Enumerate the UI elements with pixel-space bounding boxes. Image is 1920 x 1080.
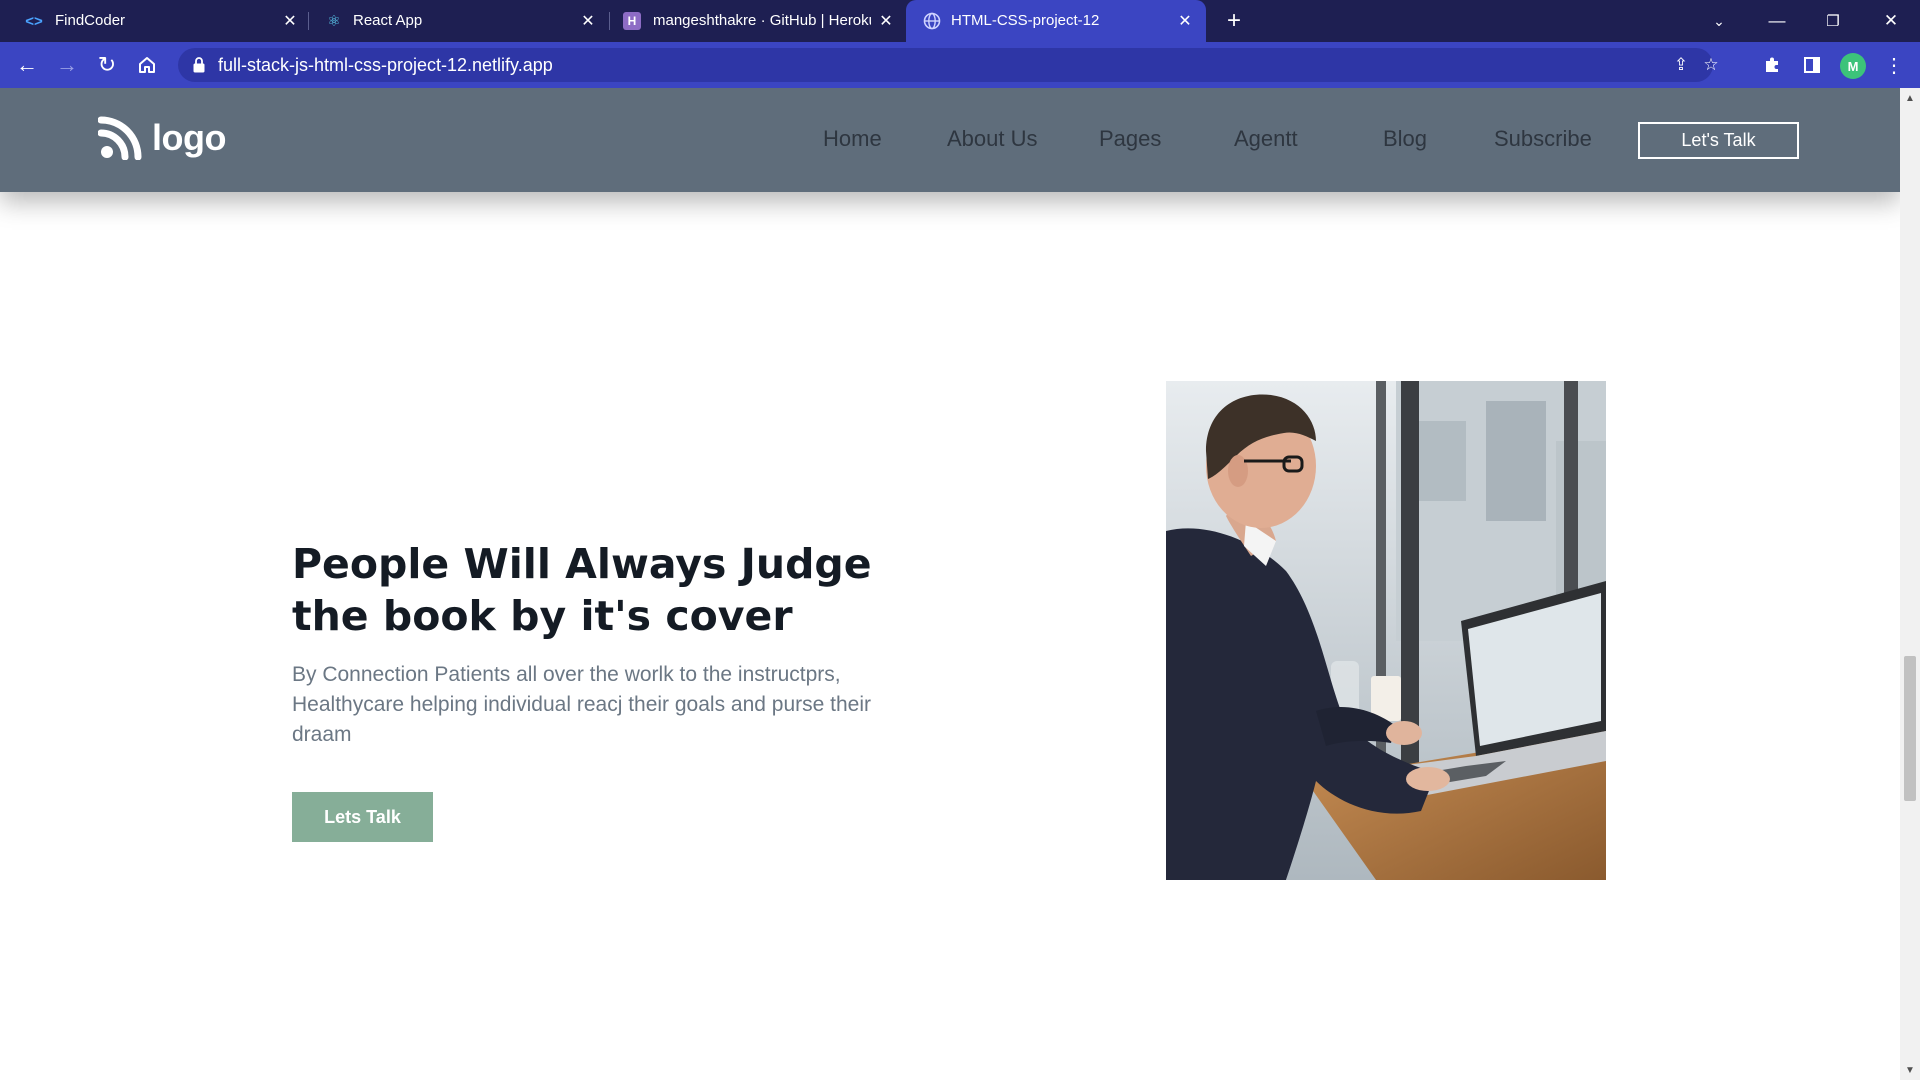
globe-icon [922, 12, 942, 30]
browser-tab-html-css-project[interactable]: HTML-CSS-project-12 ✕ [906, 0, 1206, 42]
man-laptop-photo-illustration [1166, 381, 1606, 880]
browser-tab-heroku[interactable]: H mangeshthakre · GitHub | Heroku ✕ [611, 0, 905, 42]
menu-kebab-icon[interactable]: ⋮ [1880, 51, 1908, 79]
home-button[interactable] [133, 51, 161, 79]
react-atom-icon: ⚛ [327, 13, 341, 30]
nav-link-agentt[interactable]: Agentt [1234, 126, 1298, 152]
url-text[interactable]: full-stack-js-html-css-project-12.netlif… [218, 55, 553, 76]
close-window-button[interactable]: ✕ [1876, 6, 1906, 36]
tab-title: FindCoder [55, 12, 126, 29]
share-icon[interactable]: ⇪ [1670, 54, 1692, 76]
browser-tab-react-app[interactable]: ⚛ React App ✕ [311, 0, 609, 42]
bookmark-star-icon[interactable]: ☆ [1700, 54, 1722, 76]
side-panel-icon[interactable] [1798, 51, 1826, 79]
tab-title: HTML-CSS-project-12 [951, 12, 1100, 29]
scroll-up-arrow-icon[interactable]: ▲ [1904, 92, 1916, 104]
hero-image-man-on-laptop [1166, 381, 1606, 880]
close-icon[interactable]: ✕ [577, 10, 599, 32]
lock-icon[interactable] [192, 56, 206, 74]
nav-link-blog[interactable]: Blog [1383, 126, 1427, 152]
forward-button[interactable]: → [53, 51, 81, 79]
tab-title: React App [353, 12, 423, 29]
tab-search-chevron-icon[interactable]: ⌄ [1704, 6, 1734, 36]
site-logo[interactable]: logo [98, 114, 228, 162]
tab-title: mangeshthakre · GitHub | Heroku [653, 12, 871, 29]
close-icon[interactable]: ✕ [875, 10, 897, 32]
heroku-icon: H [623, 12, 641, 30]
address-bar[interactable]: full-stack-js-html-css-project-12.netlif… [178, 48, 1719, 82]
restore-button[interactable]: ❐ [1818, 6, 1848, 36]
browser-toolbar: ← → ↻ full-stack-js-html-css-project-12.… [0, 42, 1920, 88]
page-scrollbar[interactable]: ▲ ▼ [1900, 88, 1920, 1080]
nav-link-pages[interactable]: Pages [1099, 126, 1161, 152]
scroll-down-arrow-icon[interactable]: ▼ [1904, 1064, 1916, 1076]
rss-logo-icon [98, 116, 142, 160]
code-brackets-icon: <> [25, 12, 43, 30]
browser-tab-bar: <> FindCoder ✕ ⚛ React App ✕ H mangeshth… [0, 0, 1920, 42]
extensions-puzzle-icon[interactable] [1758, 51, 1786, 79]
back-button[interactable]: ← [13, 51, 41, 79]
nav-link-subscribe[interactable]: Subscribe [1494, 126, 1592, 152]
hero-title: People Will Always Judge the book by it'… [292, 540, 872, 640]
new-tab-button[interactable]: + [1221, 7, 1247, 34]
nav-link-about-us[interactable]: About Us [947, 126, 1038, 152]
scrollbar-thumb[interactable] [1904, 656, 1916, 801]
lets-talk-nav-button[interactable]: Let's Talk [1638, 122, 1799, 159]
site-header: logo Home About Us Pages Agentt Blog Sub… [0, 88, 1900, 192]
tab-divider [609, 12, 610, 30]
minimize-button[interactable]: — [1762, 6, 1792, 36]
close-icon[interactable]: ✕ [279, 10, 301, 32]
profile-avatar[interactable]: M [1840, 53, 1866, 79]
browser-tab-findcoder[interactable]: <> FindCoder ✕ [0, 0, 305, 42]
tab-divider [308, 12, 309, 30]
nav-link-home[interactable]: Home [823, 126, 882, 152]
logo-text: logo [152, 117, 226, 158]
reload-button[interactable]: ↻ [93, 51, 121, 79]
hero-description: By Connection Patients all over the worl… [292, 663, 872, 746]
lets-talk-hero-button[interactable]: Lets Talk [292, 792, 433, 842]
close-icon[interactable]: ✕ [1174, 10, 1196, 32]
page-viewport: logo Home About Us Pages Agentt Blog Sub… [0, 88, 1900, 1078]
